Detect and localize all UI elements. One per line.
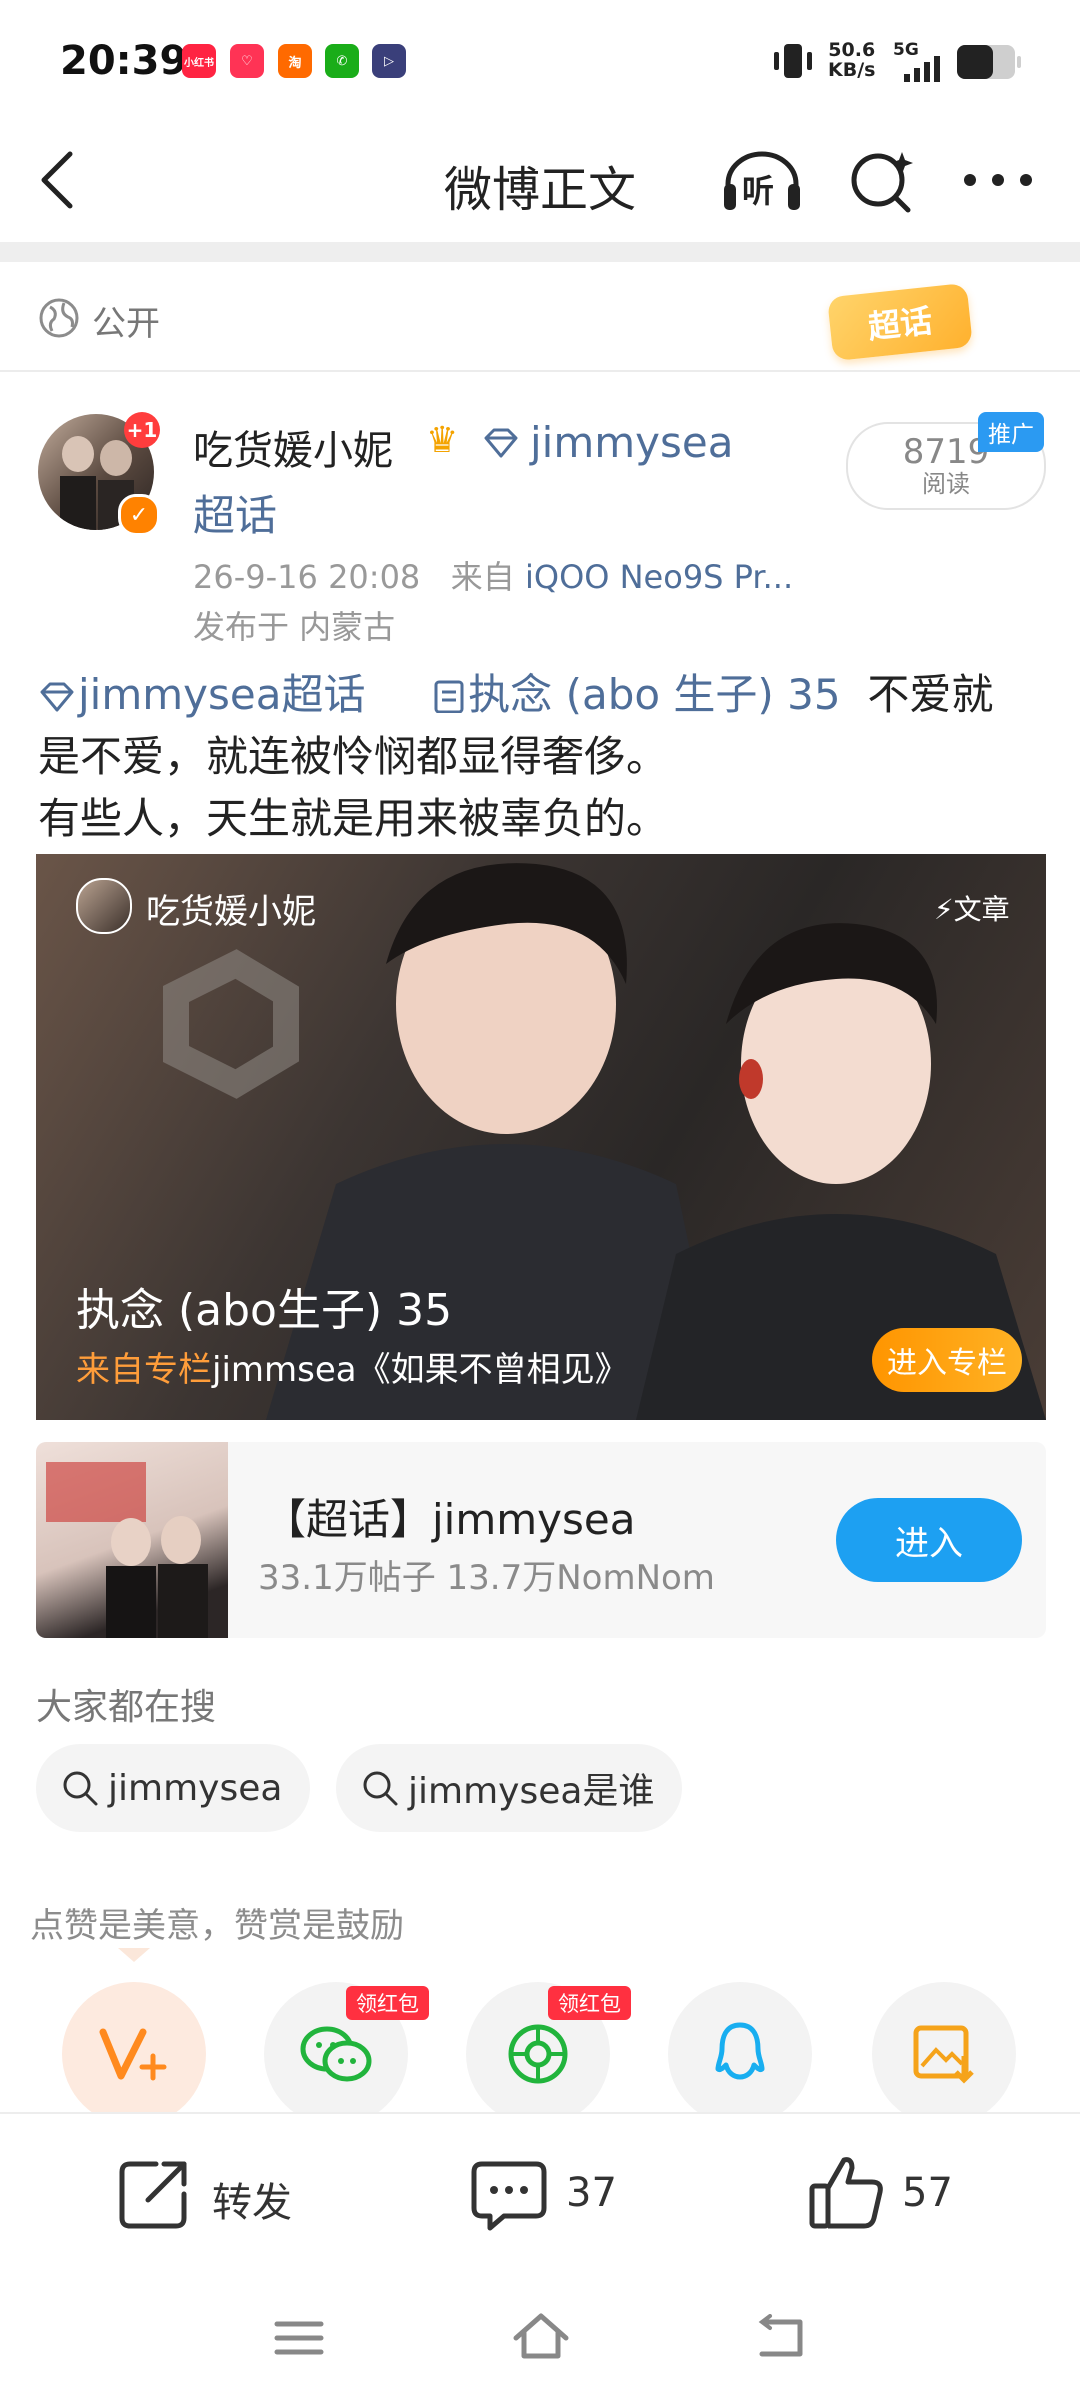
net-speed: 50.6 KB/s (828, 39, 876, 81)
enter-supertopic-button[interactable]: 进入 (836, 1498, 1022, 1582)
article-link[interactable]: 执念 (abo 生子) 35 (432, 670, 841, 719)
status-time: 20:39 (60, 38, 188, 84)
visibility-label: 公开 (92, 304, 160, 344)
repost-icon (119, 2161, 187, 2229)
search-chip[interactable]: jimmysea (36, 1744, 311, 1832)
globe-icon (39, 298, 79, 338)
crown-icon: ♛ (426, 420, 459, 461)
avatar-badge: +1 (124, 412, 160, 448)
tip-pointer (118, 1948, 150, 1962)
thumbs-up-icon (809, 2157, 883, 2229)
post-text: jimmysea超话 执念 (abo 生子) 35 不爱就 是不爱，就连被怜悯都… (38, 664, 1048, 850)
listen-label: 听 (742, 172, 775, 210)
trending-search-title: 大家都在搜 (36, 1687, 217, 1728)
article-title: 执念 (abo生子) 35 (76, 1285, 453, 1336)
back-nav-icon[interactable] (756, 2314, 808, 2360)
comment-icon (471, 2161, 547, 2231)
repost-button[interactable] (116, 2156, 192, 2236)
redpacket-badge: 领红包 (346, 1986, 429, 2020)
comment-button[interactable] (470, 2158, 548, 2238)
verified-icon: ✓ (118, 494, 160, 536)
like-count[interactable]: 57 (902, 2170, 953, 2216)
post-line-3: 有些人，天生就是用来被辜负的。 (38, 794, 669, 843)
topic-link[interactable]: jimmysea超话 (38, 670, 365, 719)
post-meta: 26-9-16 20:08 来自 iQOO Neo9S Pr... (193, 552, 793, 598)
supertopic-icon (40, 682, 74, 712)
supertopic-card[interactable]: 【超话】jimmysea 33.1万帖子 13.7万NomNom 进入 (36, 1442, 1046, 1638)
divider (0, 242, 1080, 262)
column-name: jimmsea《如果不曾相见》 (212, 1350, 629, 1390)
supertopic-suffix[interactable]: 超话 (193, 482, 277, 543)
comment-count[interactable]: 37 (566, 2170, 617, 2216)
xiaohongshu-icon: 小红书 (182, 44, 216, 78)
like-button[interactable] (806, 2152, 886, 2236)
supertopic-cover-image (36, 1442, 228, 1638)
article-card[interactable]: 吃货媛小妮 ⚡文章 执念 (abo生子) 35 来自专栏jimmsea《如果不曾… (36, 854, 1046, 1420)
page-title: 微博正文 (443, 162, 636, 218)
ai-search-icon[interactable] (846, 146, 916, 216)
battery-icon (957, 45, 1021, 79)
repost-label[interactable]: 转发 (212, 2170, 292, 2228)
lightning-icon: ⚡ (934, 893, 954, 926)
search-icon (63, 1771, 98, 1806)
qq-icon (715, 2022, 765, 2080)
read-label: 阅读 (922, 470, 970, 498)
supertopic-icon (484, 428, 518, 458)
play-app-icon: ▷ (372, 44, 406, 78)
moments-icon (508, 2024, 568, 2084)
post-line-1: 不爱就 (867, 670, 994, 719)
post-location: 发布于 内蒙古 (193, 608, 396, 646)
save-image-button[interactable] (872, 1982, 1016, 2126)
article-column: 来自专栏jimmsea《如果不曾相见》 (76, 1342, 629, 1391)
article-author-avatar (76, 878, 132, 934)
reward-tip: 点赞是美意，赞赏是鼓励 (30, 1906, 404, 1946)
search-icon (363, 1771, 398, 1806)
listen-button[interactable]: 听 (720, 146, 804, 216)
reward-v-icon (99, 2028, 167, 2081)
search-chip[interactable]: jimmysea是谁 (336, 1744, 683, 1832)
wechat-icon (300, 2026, 372, 2082)
column-from-label: 来自专栏 (76, 1350, 212, 1390)
promo-badge[interactable]: 推广 (978, 412, 1044, 452)
vibrate-icon (774, 44, 812, 78)
reward-button[interactable] (62, 1982, 206, 2126)
supertopic-card-stats: 33.1万帖子 13.7万NomNom (258, 1558, 715, 1598)
post-time: 26-9-16 20:08 (193, 558, 421, 596)
author-name[interactable]: 吃货媛小妮 (193, 418, 393, 476)
article-type: ⚡文章 (934, 893, 1010, 926)
heart-app-icon: ♡ (230, 44, 264, 78)
wechat-icon: ✆ (325, 44, 359, 78)
menu-icon[interactable] (274, 2318, 324, 2358)
signal-icon (904, 56, 940, 82)
enter-column-button[interactable]: 进入专栏 (872, 1328, 1022, 1392)
post-source[interactable]: iQOO Neo9S Pr... (525, 558, 793, 596)
share-qq-button[interactable] (668, 1982, 812, 2126)
more-icon[interactable] (962, 170, 1034, 190)
supertopic-name[interactable]: jimmysea (530, 418, 733, 467)
save-image-icon (913, 2025, 974, 2084)
article-author: 吃货媛小妮 (146, 892, 316, 932)
supertopic-card-name: 【超话】jimmysea (264, 1495, 636, 1544)
taobao-icon: 淘 (278, 44, 312, 78)
status-bar: 20:39 小红书 ♡ 淘 ✆ ▷ 50.6 KB/s 5G (0, 0, 1080, 120)
home-icon[interactable] (512, 2312, 570, 2362)
source-prefix: 来自 (450, 558, 515, 596)
document-icon (434, 680, 464, 714)
post-line-2: 是不爱，就连被怜悯都显得奢侈。 (38, 732, 669, 781)
redpacket-badge: 领红包 (548, 1986, 631, 2020)
